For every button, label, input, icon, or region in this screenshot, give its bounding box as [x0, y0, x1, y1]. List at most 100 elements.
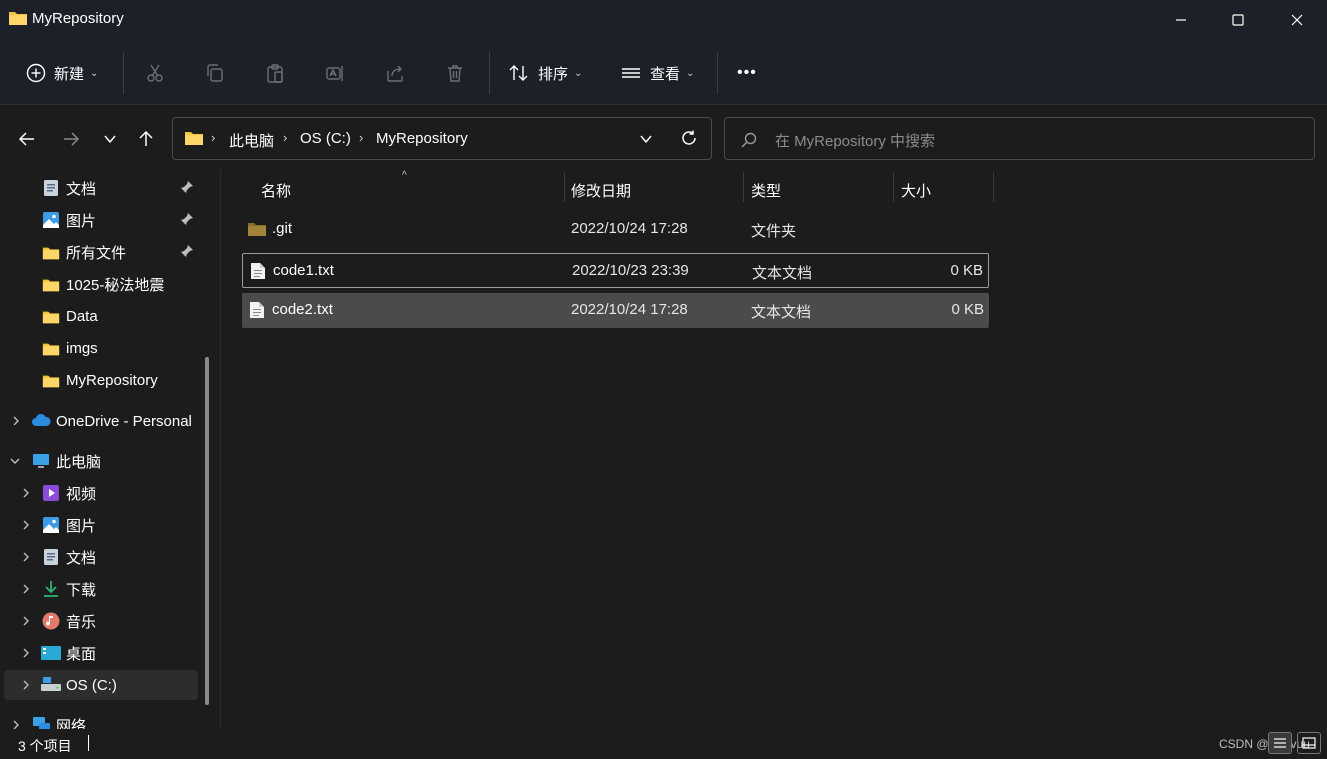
recent-locations-button[interactable]: [96, 125, 124, 153]
chevron-right-icon[interactable]: [11, 416, 21, 426]
chevron-right-icon[interactable]: [21, 552, 31, 562]
file-row-code1[interactable]: code1.txt 2022/10/23 23:39 文本文档 0 KB: [242, 253, 989, 288]
sidebar-item-imgs[interactable]: imgs: [0, 333, 200, 363]
sort-icon: [509, 65, 528, 81]
column-resize-handle[interactable]: [743, 172, 744, 202]
column-resize-handle[interactable]: [993, 172, 994, 202]
file-date: 2022/10/24 17:28: [571, 301, 688, 318]
column-header-date[interactable]: 修改日期: [571, 180, 631, 201]
breadcrumb-separator: ›: [359, 130, 364, 145]
cut-button[interactable]: [145, 56, 165, 90]
sidebar-item-label: 文档: [66, 549, 97, 567]
sidebar-item-documents[interactable]: 文档: [0, 173, 200, 203]
column-header-name[interactable]: 名称: [261, 180, 291, 201]
chevron-right-icon[interactable]: [21, 616, 31, 626]
column-resize-handle[interactable]: [893, 172, 894, 202]
sidebar-item-1025[interactable]: 1025-秘法地震: [0, 269, 200, 299]
share-button[interactable]: [385, 56, 405, 90]
sidebar-item-os-c[interactable]: OS (C:): [4, 670, 198, 700]
sidebar-scrollbar[interactable]: [205, 357, 209, 705]
file-row-git[interactable]: .git 2022/10/24 17:28 文件夹: [242, 212, 989, 247]
chevron-right-icon[interactable]: [21, 584, 31, 594]
window-title: MyRepository: [32, 10, 124, 27]
sidebar-item-label: 此电脑: [56, 453, 102, 471]
chevron-right-icon[interactable]: [21, 648, 31, 658]
minimize-button[interactable]: [1152, 0, 1210, 40]
document-icon: [44, 180, 58, 196]
file-list: ^ 名称 修改日期 类型 大小 .git 2022/10/24 17:28 文件…: [221, 170, 1327, 729]
close-button[interactable]: [1268, 0, 1326, 40]
sidebar-item-label: OS (C:): [66, 676, 117, 694]
sidebar-item-myrepository[interactable]: MyRepository: [0, 365, 200, 395]
status-bar: 3 个项目 CSDN @ssc-vuu: [0, 729, 1327, 759]
chevron-right-icon[interactable]: [21, 488, 31, 498]
address-bar[interactable]: › 此电脑 › OS (C:) › MyRepository: [172, 117, 712, 160]
tiles-view-button[interactable]: [1297, 732, 1321, 754]
breadcrumb-myrepository[interactable]: MyRepository: [376, 130, 468, 147]
sidebar-item-network[interactable]: 网络: [0, 710, 200, 729]
file-type: 文件夹: [751, 223, 797, 240]
refresh-icon[interactable]: [680, 129, 698, 147]
sidebar-item-this-pc[interactable]: 此电脑: [0, 446, 200, 476]
arrow-left-icon: [18, 132, 34, 146]
pin-icon[interactable]: [180, 244, 194, 258]
new-button[interactable]: 新建 ⌄: [26, 56, 98, 90]
sort-button[interactable]: 排序 ⌄: [508, 56, 582, 90]
sidebar-item-onedrive[interactable]: OneDrive - Personal: [0, 406, 205, 436]
forward-button[interactable]: [57, 125, 85, 153]
breadcrumb-os-c[interactable]: OS (C:): [300, 130, 351, 147]
chevron-down-icon[interactable]: [639, 133, 653, 145]
rename-icon: [326, 66, 343, 81]
sidebar-item-pc-pictures[interactable]: 图片: [0, 510, 200, 540]
maximize-button[interactable]: [1209, 0, 1267, 40]
sidebar-item-data[interactable]: Data: [0, 301, 200, 331]
sidebar-item-downloads[interactable]: 下载: [0, 574, 200, 604]
status-separator: [88, 735, 89, 751]
column-header-size[interactable]: 大小: [901, 180, 931, 201]
folder-icon: [42, 247, 60, 260]
pin-icon[interactable]: [180, 180, 194, 194]
sidebar-item-all-files[interactable]: 所有文件: [0, 237, 200, 267]
file-size: 0 KB: [951, 301, 984, 318]
sidebar-item-pictures[interactable]: 图片: [0, 205, 200, 235]
sidebar-item-videos[interactable]: 视频: [0, 478, 200, 508]
delete-icon: [448, 65, 462, 82]
chevron-down-icon[interactable]: [10, 456, 20, 466]
rename-button[interactable]: [325, 56, 345, 90]
details-view-button[interactable]: [1268, 732, 1292, 754]
search-input[interactable]: 在 MyRepository 中搜索: [724, 117, 1315, 160]
arrow-right-icon: [64, 132, 80, 146]
file-row-code2[interactable]: code2.txt 2022/10/24 17:28 文本文档 0 KB: [242, 293, 989, 328]
title-bar: MyRepository: [0, 0, 1327, 40]
sidebar-item-label: 所有文件: [66, 244, 127, 262]
chevron-right-icon[interactable]: [11, 720, 21, 729]
chevron-down-icon: ⌄: [90, 67, 99, 79]
up-button[interactable]: [132, 125, 160, 153]
sidebar-item-music[interactable]: 音乐: [0, 606, 200, 636]
sidebar-item-label: 1025-秘法地震: [66, 276, 165, 294]
chevron-right-icon[interactable]: [21, 520, 31, 530]
chevron-down-icon: ⌄: [574, 67, 583, 79]
column-header-type[interactable]: 类型: [751, 180, 781, 201]
view-button[interactable]: 查看 ⌄: [620, 56, 694, 90]
copy-button[interactable]: [205, 56, 225, 90]
document-icon: [44, 549, 58, 565]
sidebar-item-desktop[interactable]: 桌面: [0, 638, 200, 668]
back-button[interactable]: [13, 125, 41, 153]
pin-icon[interactable]: [180, 212, 194, 226]
paste-button[interactable]: [265, 56, 285, 90]
tiles-view-icon: [1302, 737, 1316, 749]
file-type: 文本文档: [752, 265, 813, 282]
toolbar-divider: [717, 52, 718, 94]
chevron-right-icon[interactable]: [21, 680, 31, 690]
folder-icon: [248, 223, 266, 236]
file-date: 2022/10/24 17:28: [571, 220, 688, 237]
command-bar: 新建 ⌄ 排序 ⌄ 查看 ⌄ •••: [0, 40, 1327, 105]
item-count: 3 个项目: [18, 738, 72, 754]
sidebar-item-pc-documents[interactable]: 文档: [0, 542, 200, 572]
breadcrumb-this-pc[interactable]: 此电脑: [229, 130, 274, 151]
breadcrumb-separator: ›: [211, 130, 216, 145]
more-options-button[interactable]: •••: [737, 56, 757, 90]
column-resize-handle[interactable]: [564, 172, 565, 202]
delete-button[interactable]: [445, 56, 465, 90]
